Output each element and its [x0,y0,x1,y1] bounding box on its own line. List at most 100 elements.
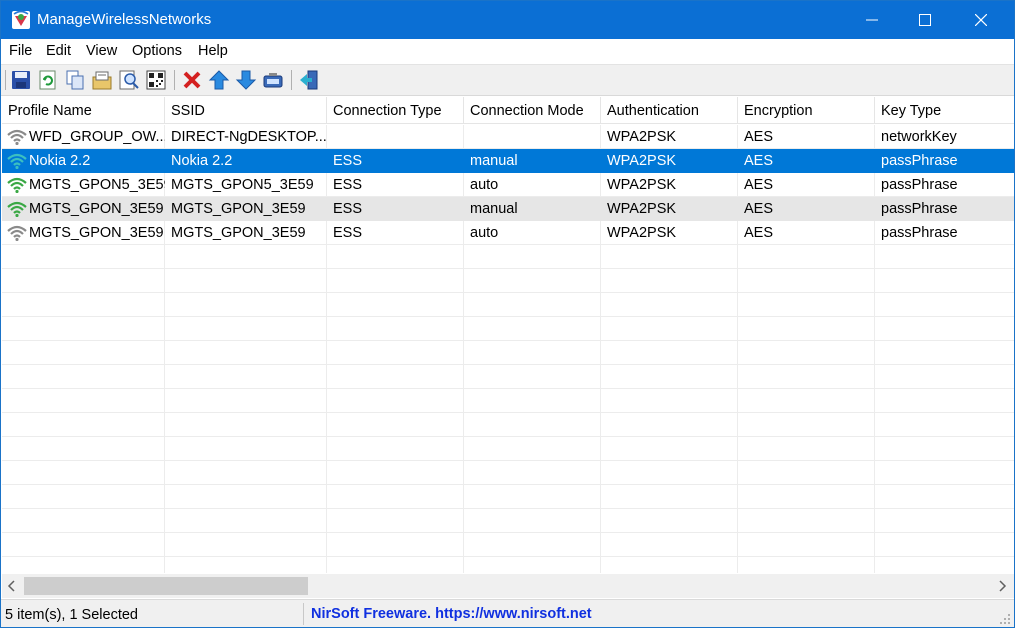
cell-connection-type [327,125,464,149]
table-row[interactable]: WFD_GROUP_OW... DIRECT-NgDESKTOP... WPA2PS… [2,125,1014,149]
move-down-icon [235,70,257,90]
maximize-icon [919,14,931,26]
chevron-right-icon [999,580,1007,592]
cell-key-type: passPhrase [881,201,958,217]
cell-ssid: MGTS_GPON_3E59 [171,225,306,241]
cell-connection-mode [464,125,601,149]
cell-authentication: WPA2PSK [607,129,677,145]
cell-encryption: AES [744,201,774,217]
chevron-left-icon [7,580,15,592]
horizontal-scrollbar[interactable] [2,574,1014,598]
cell-key-type: passPhrase [881,225,958,241]
scroll-left-button[interactable] [2,574,22,598]
save-button[interactable] [10,69,32,91]
close-icon [975,14,987,26]
cell-authentication: WPA2PSK [607,201,677,217]
menu-help[interactable]: Help [198,43,228,59]
find-icon [119,70,139,90]
grid-line [2,532,1014,533]
connect-button[interactable] [262,69,284,91]
cell-connection-type: ESS [333,201,363,217]
grid-line [2,292,1014,293]
app-window: ManageWirelessNetworks File Edit View Op… [0,0,1015,628]
nirsoft-link[interactable]: NirSoft Freeware. https://www.nirsoft.ne… [311,606,592,622]
cell-connection-mode: manual [470,153,518,169]
list-header: Profile Name SSID Connection Type Connec… [2,97,1014,124]
cell-authentication: WPA2PSK [607,225,677,241]
qr-code-button[interactable] [145,69,167,91]
cell-ssid: Nokia 2.2 [171,153,233,169]
cell-profile-name: Nokia 2.2 [29,153,91,169]
close-button[interactable] [958,1,1004,39]
copy-icon [66,70,84,90]
window-title: ManageWirelessNetworks [37,11,212,28]
column-header-encryption[interactable]: Encryption [738,97,875,124]
refresh-button[interactable] [37,69,59,91]
resize-grip-icon[interactable] [999,612,1011,624]
menu-view[interactable]: View [86,43,117,59]
menu-file[interactable]: File [9,43,32,59]
cell-connection-mode: manual [470,201,518,217]
minimize-button[interactable] [849,1,895,39]
cell-connection-type: ESS [333,153,363,169]
grid-line [2,412,1014,413]
toolbar-separator [5,70,6,90]
move-up-button[interactable] [208,69,230,91]
move-down-button[interactable] [235,69,257,91]
toolbar-separator [291,70,292,90]
copy-button[interactable] [64,69,86,91]
exit-button[interactable] [298,69,320,91]
profiles-list[interactable]: Profile Name SSID Connection Type Connec… [2,97,1014,573]
column-header-key-type[interactable]: Key Type [875,97,1014,124]
minimize-icon [866,19,878,21]
status-item-count: 5 item(s), 1 Selected [5,607,138,623]
exit-icon [300,70,318,90]
table-row[interactable]: MGTS_GPON_3E59 MGTS_GPON_3E59 ESS auto WPA2P… [2,221,1014,245]
app-icon [11,10,31,30]
cell-connection-type: ESS [333,225,363,241]
scroll-thumb[interactable] [24,577,308,595]
column-header-authentication[interactable]: Authentication [601,97,738,124]
maximize-button[interactable] [902,1,948,39]
table-row[interactable]: MGTS_GPON5_3E59 MGTS_GPON5_3E59 ESS auto WPA… [2,173,1014,197]
title-bar[interactable]: ManageWirelessNetworks [1,1,1014,39]
table-row[interactable]: MGTS_GPON_3E59 MGTS_GPON_3E59 ESS manual WPA… [2,197,1014,221]
save-icon [12,71,30,89]
column-header-connection-type[interactable]: Connection Type [327,97,464,124]
cell-encryption: AES [744,177,774,193]
cell-ssid: MGTS_GPON5_3E59 [171,177,314,193]
properties-button[interactable] [91,69,113,91]
menu-options[interactable]: Options [132,43,182,59]
cell-ssid: DIRECT-NgDESKTOP... [171,129,327,145]
cell-connection-mode: auto [470,225,499,241]
column-header-ssid[interactable]: SSID [165,97,327,124]
column-header-profile-name[interactable]: Profile Name [2,97,165,124]
grid-line [2,436,1014,437]
cell-profile-name: WFD_GROUP_OW... [29,129,165,145]
cell-ssid: MGTS_GPON_3E59 [171,201,306,217]
cell-profile-name: MGTS_GPON_3E59 [29,201,164,217]
grid-line [2,364,1014,365]
toolbar [1,64,1014,96]
delete-button[interactable] [181,69,203,91]
cell-encryption: AES [744,225,774,241]
qr-code-icon [146,70,166,90]
move-up-icon [208,70,230,90]
refresh-icon [39,70,56,90]
cell-key-type: passPhrase [881,153,958,169]
menu-edit[interactable]: Edit [46,43,71,59]
table-row[interactable]: Nokia 2.2 Nokia 2.2 ESS manual WPA2PSK AES pas… [2,149,1014,173]
grid-line [2,340,1014,341]
grid-line [2,484,1014,485]
column-header-connection-mode[interactable]: Connection Mode [464,97,601,124]
scroll-right-button[interactable] [992,574,1012,598]
grid-line [2,508,1014,509]
cell-authentication: WPA2PSK [607,153,677,169]
delete-icon [183,71,201,89]
grid-line [2,268,1014,269]
toolbar-separator [174,70,175,90]
cell-authentication: WPA2PSK [607,177,677,193]
find-button[interactable] [118,69,140,91]
grid-line [2,388,1014,389]
cell-profile-name: MGTS_GPON5_3E59 [29,177,165,193]
